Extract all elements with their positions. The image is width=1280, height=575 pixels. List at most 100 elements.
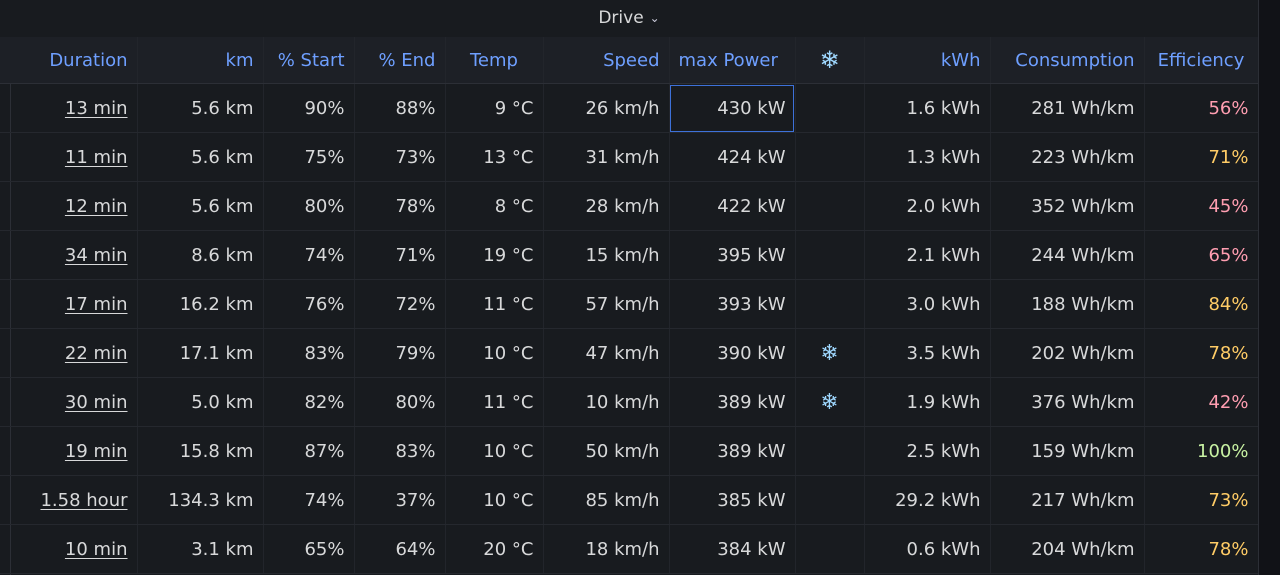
kwh-cell: 2.5 kWh — [864, 426, 991, 476]
consumption-cell: 159 Wh/km — [990, 426, 1145, 476]
table-row[interactable]: 13 min 5.6 km 90% 88% 9 °C 26 km/h 430 kW 1.6 k… — [0, 83, 1258, 133]
kwh-cell: 2.0 kWh — [864, 181, 991, 231]
duration-link[interactable]: 19 min — [65, 441, 128, 462]
duration-link[interactable]: 1.58 hour — [40, 490, 127, 511]
table-row[interactable]: 19 min 15.8 km 87% 83% 10 °C 50 km/h 389 kW 2.5… — [0, 426, 1258, 476]
end-cell: 79% — [354, 328, 446, 378]
snowflake-icon: ❄ — [820, 340, 839, 366]
temp-cell: 19 °C — [445, 230, 544, 280]
duration-link[interactable]: 22 min — [65, 343, 128, 364]
kwh-cell: 29.2 kWh — [864, 475, 991, 525]
consumption-cell: 281 Wh/km — [990, 83, 1145, 133]
efficiency-cell: 73% — [1144, 475, 1258, 525]
start-cell: 87% — [263, 426, 355, 476]
header-end[interactable]: % End — [354, 37, 446, 84]
snowflake-icon: ❄ — [819, 46, 840, 74]
header-km[interactable]: km — [137, 37, 264, 84]
max-power-cell: 422 kW — [669, 181, 796, 231]
snowflake-cell — [795, 524, 865, 574]
duration-cell[interactable]: 19 min — [0, 426, 138, 476]
header-temp[interactable]: Temp — [445, 37, 544, 84]
efficiency-cell: 78% — [1144, 328, 1258, 378]
snowflake-cell — [795, 181, 865, 231]
table-header-row: Duration km % Start % End Temp Speed max… — [0, 37, 1258, 84]
header-speed[interactable]: Speed — [543, 37, 670, 84]
efficiency-cell: 84% — [1144, 279, 1258, 329]
duration-cell[interactable]: 11 min — [0, 132, 138, 182]
speed-cell: 31 km/h — [543, 132, 670, 182]
header-max-power[interactable]: max Power — [669, 37, 796, 84]
temp-cell: 10 °C — [445, 328, 544, 378]
efficiency-cell: 45% — [1144, 181, 1258, 231]
table-row[interactable]: 34 min 8.6 km 74% 71% 19 °C 15 km/h 395 kW 2.1 … — [0, 230, 1258, 280]
kwh-cell: 3.0 kWh — [864, 279, 991, 329]
drive-table: Duration km % Start % End Temp Speed max… — [0, 37, 1258, 574]
efficiency-cell: 65% — [1144, 230, 1258, 280]
consumption-cell: 217 Wh/km — [990, 475, 1145, 525]
km-cell: 16.2 km — [137, 279, 264, 329]
table-row[interactable]: 12 min 5.6 km 80% 78% 8 °C 28 km/h 422 kW 2.0 k… — [0, 181, 1258, 231]
snowflake-cell — [795, 426, 865, 476]
kwh-cell: 1.6 kWh — [864, 83, 991, 133]
chevron-down-icon[interactable]: ⌄ — [650, 12, 660, 24]
table-row[interactable]: 17 min 16.2 km 76% 72% 11 °C 57 km/h 393 kW 3.0… — [0, 279, 1258, 329]
snowflake-cell: ❄ — [795, 377, 865, 427]
duration-cell[interactable]: 13 min — [0, 83, 138, 133]
table-row[interactable]: 1.58 hour 134.3 km 74% 37% 10 °C 85 km/h 385 k… — [0, 475, 1258, 525]
duration-link[interactable]: 13 min — [65, 98, 128, 119]
duration-link[interactable]: 30 min — [65, 392, 128, 413]
consumption-cell: 352 Wh/km — [990, 181, 1145, 231]
kwh-cell: 0.6 kWh — [864, 524, 991, 574]
end-cell: 88% — [354, 83, 446, 133]
kwh-cell: 2.1 kWh — [864, 230, 991, 280]
drive-panel: Drive ⌄ Duration km % Start % End Temp S… — [0, 0, 1259, 575]
duration-link[interactable]: 17 min — [65, 294, 128, 315]
header-kwh[interactable]: kWh — [864, 37, 991, 84]
duration-cell[interactable]: 22 min — [0, 328, 138, 378]
consumption-cell: 188 Wh/km — [990, 279, 1145, 329]
header-duration[interactable]: Duration — [0, 37, 138, 84]
duration-cell[interactable]: 17 min — [0, 279, 138, 329]
panel-header[interactable]: Drive ⌄ — [0, 0, 1258, 36]
temp-cell: 11 °C — [445, 279, 544, 329]
consumption-cell: 223 Wh/km — [990, 132, 1145, 182]
efficiency-cell: 56% — [1144, 83, 1258, 133]
duration-cell[interactable]: 10 min — [0, 524, 138, 574]
speed-cell: 26 km/h — [543, 83, 670, 133]
speed-cell: 57 km/h — [543, 279, 670, 329]
end-cell: 37% — [354, 475, 446, 525]
end-cell: 78% — [354, 181, 446, 231]
duration-cell[interactable]: 34 min — [0, 230, 138, 280]
duration-link[interactable]: 12 min — [65, 196, 128, 217]
header-snowflake[interactable]: ❄ — [795, 37, 865, 84]
duration-cell[interactable]: 30 min — [0, 377, 138, 427]
table-row[interactable]: 22 min 17.1 km 83% 79% 10 °C 47 km/h 390 kW ❄ 3.… — [0, 328, 1258, 378]
efficiency-cell: 42% — [1144, 377, 1258, 427]
duration-link[interactable]: 34 min — [65, 245, 128, 266]
start-cell: 76% — [263, 279, 355, 329]
duration-link[interactable]: 10 min — [65, 539, 128, 560]
table-row[interactable]: 10 min 3.1 km 65% 64% 20 °C 18 km/h 384 kW 0.6 … — [0, 524, 1258, 574]
duration-link[interactable]: 11 min — [65, 147, 128, 168]
header-consumption[interactable]: Consumption — [990, 37, 1145, 84]
temp-cell: 20 °C — [445, 524, 544, 574]
consumption-cell: 376 Wh/km — [990, 377, 1145, 427]
consumption-cell: 244 Wh/km — [990, 230, 1145, 280]
table-row[interactable]: 11 min 5.6 km 75% 73% 13 °C 31 km/h 424 kW 1.3 … — [0, 132, 1258, 182]
start-cell: 82% — [263, 377, 355, 427]
speed-cell: 10 km/h — [543, 377, 670, 427]
max-power-cell: 389 kW — [669, 426, 796, 476]
end-cell: 71% — [354, 230, 446, 280]
table-row[interactable]: 30 min 5.0 km 82% 80% 11 °C 10 km/h 389 kW ❄ 1.9… — [0, 377, 1258, 427]
header-efficiency[interactable]: Efficiency — [1144, 37, 1258, 84]
header-start[interactable]: % Start — [263, 37, 355, 84]
duration-cell[interactable]: 1.58 hour — [0, 475, 138, 525]
snowflake-cell — [795, 83, 865, 133]
max-power-cell: 395 kW — [669, 230, 796, 280]
end-cell: 80% — [354, 377, 446, 427]
snowflake-cell — [795, 230, 865, 280]
consumption-cell: 202 Wh/km — [990, 328, 1145, 378]
temp-cell: 10 °C — [445, 475, 544, 525]
duration-cell[interactable]: 12 min — [0, 181, 138, 231]
max-power-cell: 430 kW — [669, 83, 796, 133]
